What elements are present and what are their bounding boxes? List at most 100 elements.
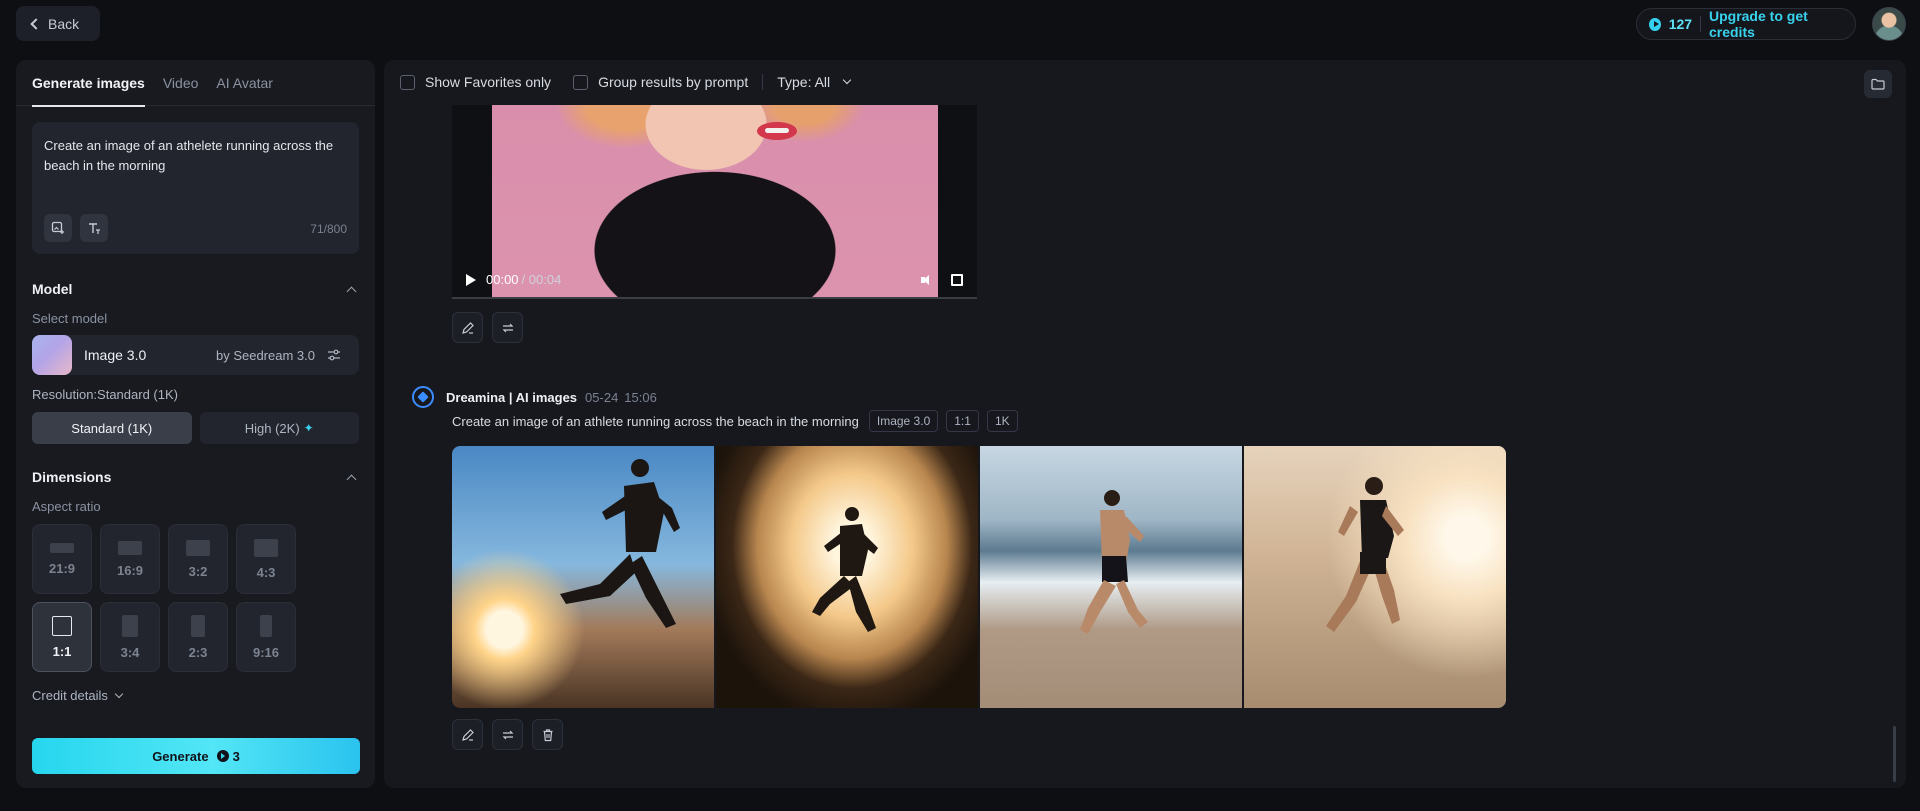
- tab-ai-avatar[interactable]: AI Avatar: [216, 60, 273, 106]
- credit-coin-icon: [1649, 17, 1661, 31]
- image-actions: [452, 719, 563, 750]
- chevron-left-icon: [30, 18, 42, 30]
- runner-figure: [1326, 477, 1404, 632]
- ratio-shape: [52, 615, 72, 636]
- ratio-1-1[interactable]: 1:1: [32, 602, 92, 672]
- resolution-label: Resolution:Standard (1K): [32, 387, 178, 402]
- ratio-3-4[interactable]: 3:4: [100, 602, 160, 672]
- result-source: Dreamina | AI images: [446, 389, 578, 405]
- result-time: 15:06: [624, 389, 657, 405]
- chevron-down-icon: [114, 689, 124, 699]
- type-filter-dropdown[interactable]: Type: All: [777, 74, 852, 90]
- group-filter[interactable]: Group results by prompt: [573, 74, 748, 90]
- ratio-shape: [254, 538, 278, 557]
- edit-button[interactable]: [452, 312, 483, 343]
- prompt-input[interactable]: Create an image of an athelete running a…: [32, 122, 359, 254]
- refresh-icon: [502, 323, 513, 332]
- image-reference-button[interactable]: [44, 214, 72, 242]
- generated-image-3[interactable]: [980, 446, 1242, 708]
- edit-button[interactable]: [452, 719, 483, 750]
- aspect-ratio-label: Aspect ratio: [32, 499, 101, 514]
- fullscreen-icon[interactable]: [951, 273, 963, 286]
- model-section-header[interactable]: Model: [16, 281, 375, 297]
- resolution-high-label: High (2K): [244, 420, 300, 436]
- tab-video[interactable]: Video: [163, 60, 199, 106]
- model-thumbnail: [32, 335, 72, 375]
- resolution-standard-label: Standard (1K): [71, 420, 153, 436]
- favorites-checkbox[interactable]: [400, 74, 415, 90]
- delete-button[interactable]: [532, 719, 563, 750]
- text-style-button[interactable]: [80, 214, 108, 242]
- resolution-standard-button[interactable]: Standard (1K): [32, 412, 192, 444]
- regenerate-button[interactable]: [492, 719, 523, 750]
- type-filter-label: Type: All: [777, 74, 831, 90]
- aspect-ratio-grid: 21:9 16:9 3:2 4:3 1:1 3:4 2:3 9:16: [32, 524, 362, 672]
- divider: [762, 74, 764, 90]
- result-date: 05-24: [585, 389, 619, 405]
- text-icon: [89, 223, 100, 234]
- generated-image-1[interactable]: [452, 446, 714, 708]
- scrollbar[interactable]: [1893, 726, 1896, 782]
- settings-sliders-icon[interactable]: [327, 349, 341, 361]
- generate-label: Generate: [152, 748, 209, 764]
- results-panel: Show Favorites only Group results by pro…: [384, 60, 1906, 788]
- result-prompt[interactable]: Create an image of an athlete running ac…: [452, 414, 859, 429]
- refresh-icon: [502, 730, 513, 739]
- ratio-label: 4:3: [256, 564, 276, 580]
- ratio-4-3[interactable]: 4:3: [236, 524, 296, 594]
- group-checkbox[interactable]: [573, 74, 589, 90]
- avatar[interactable]: [1872, 7, 1906, 41]
- ratio-shape: [118, 540, 142, 555]
- video-subject: [757, 122, 797, 140]
- dimensions-section-header[interactable]: Dimensions: [16, 469, 375, 485]
- regenerate-button[interactable]: [492, 312, 523, 343]
- folder-button[interactable]: [1864, 70, 1892, 98]
- generated-image-2[interactable]: [716, 446, 978, 708]
- ratio-label: 3:4: [120, 644, 140, 660]
- credit-details-label: Credit details: [32, 688, 108, 703]
- credits-pill[interactable]: 127 Upgrade to get credits: [1636, 8, 1856, 40]
- tab-generate-images[interactable]: Generate images: [32, 60, 145, 107]
- divider: [1700, 16, 1701, 32]
- runner-figure: [812, 507, 878, 632]
- prompt-text[interactable]: Create an image of an athelete running a…: [44, 136, 344, 176]
- ratio-3-2[interactable]: 3:2: [168, 524, 228, 594]
- generate-button[interactable]: Generate 3: [32, 738, 360, 774]
- dimensions-section-title: Dimensions: [32, 469, 112, 485]
- sparkle-icon: ✦: [303, 421, 314, 435]
- runner-figure: [1080, 490, 1148, 634]
- model-selector[interactable]: Image 3.0 by Seedream 3.0: [32, 335, 359, 375]
- mode-tabs: Generate images Video AI Avatar: [16, 60, 375, 107]
- ratio-shape: [186, 539, 210, 556]
- favorites-filter[interactable]: Show Favorites only: [400, 74, 551, 90]
- ratio-label: 2:3: [188, 644, 208, 660]
- chevron-up-icon: [346, 286, 357, 296]
- ratio-21-9[interactable]: 21:9: [32, 524, 92, 594]
- video-player[interactable]: 00:00 / 00:04: [452, 105, 977, 299]
- ratio-9-16[interactable]: 9:16: [236, 602, 296, 672]
- volume-icon[interactable]: [921, 274, 933, 285]
- ratio-16-9[interactable]: 16:9: [100, 524, 160, 594]
- back-button[interactable]: Back: [16, 6, 100, 41]
- ratio-shape: [260, 614, 272, 637]
- video-actions: [452, 312, 523, 343]
- ratio-shape: [122, 614, 138, 637]
- pencil-icon: [461, 728, 474, 741]
- generate-cost: 3: [232, 748, 240, 764]
- upgrade-link[interactable]: Upgrade to get credits: [1709, 8, 1843, 40]
- video-controls: 00:00 / 00:04: [466, 272, 963, 287]
- ratio-label: 9:16: [252, 644, 280, 660]
- ratio-2-3[interactable]: 2:3: [168, 602, 228, 672]
- video-progress-bar[interactable]: [452, 297, 977, 299]
- generated-image-4[interactable]: [1244, 446, 1506, 708]
- total-time: / 00:04: [521, 272, 562, 287]
- resolution-high-button[interactable]: High (2K) ✦: [199, 412, 359, 444]
- credit-coin-icon: [216, 750, 229, 762]
- result-header: Dreamina | AI images 05-24 15:06: [412, 386, 657, 408]
- ratio-shape: [50, 542, 74, 553]
- folder-icon: [1871, 78, 1885, 90]
- dreamina-logo-icon: [412, 386, 434, 408]
- credit-details-toggle[interactable]: Credit details: [16, 688, 375, 703]
- runner-figure: [560, 459, 680, 628]
- play-icon[interactable]: [466, 273, 476, 286]
